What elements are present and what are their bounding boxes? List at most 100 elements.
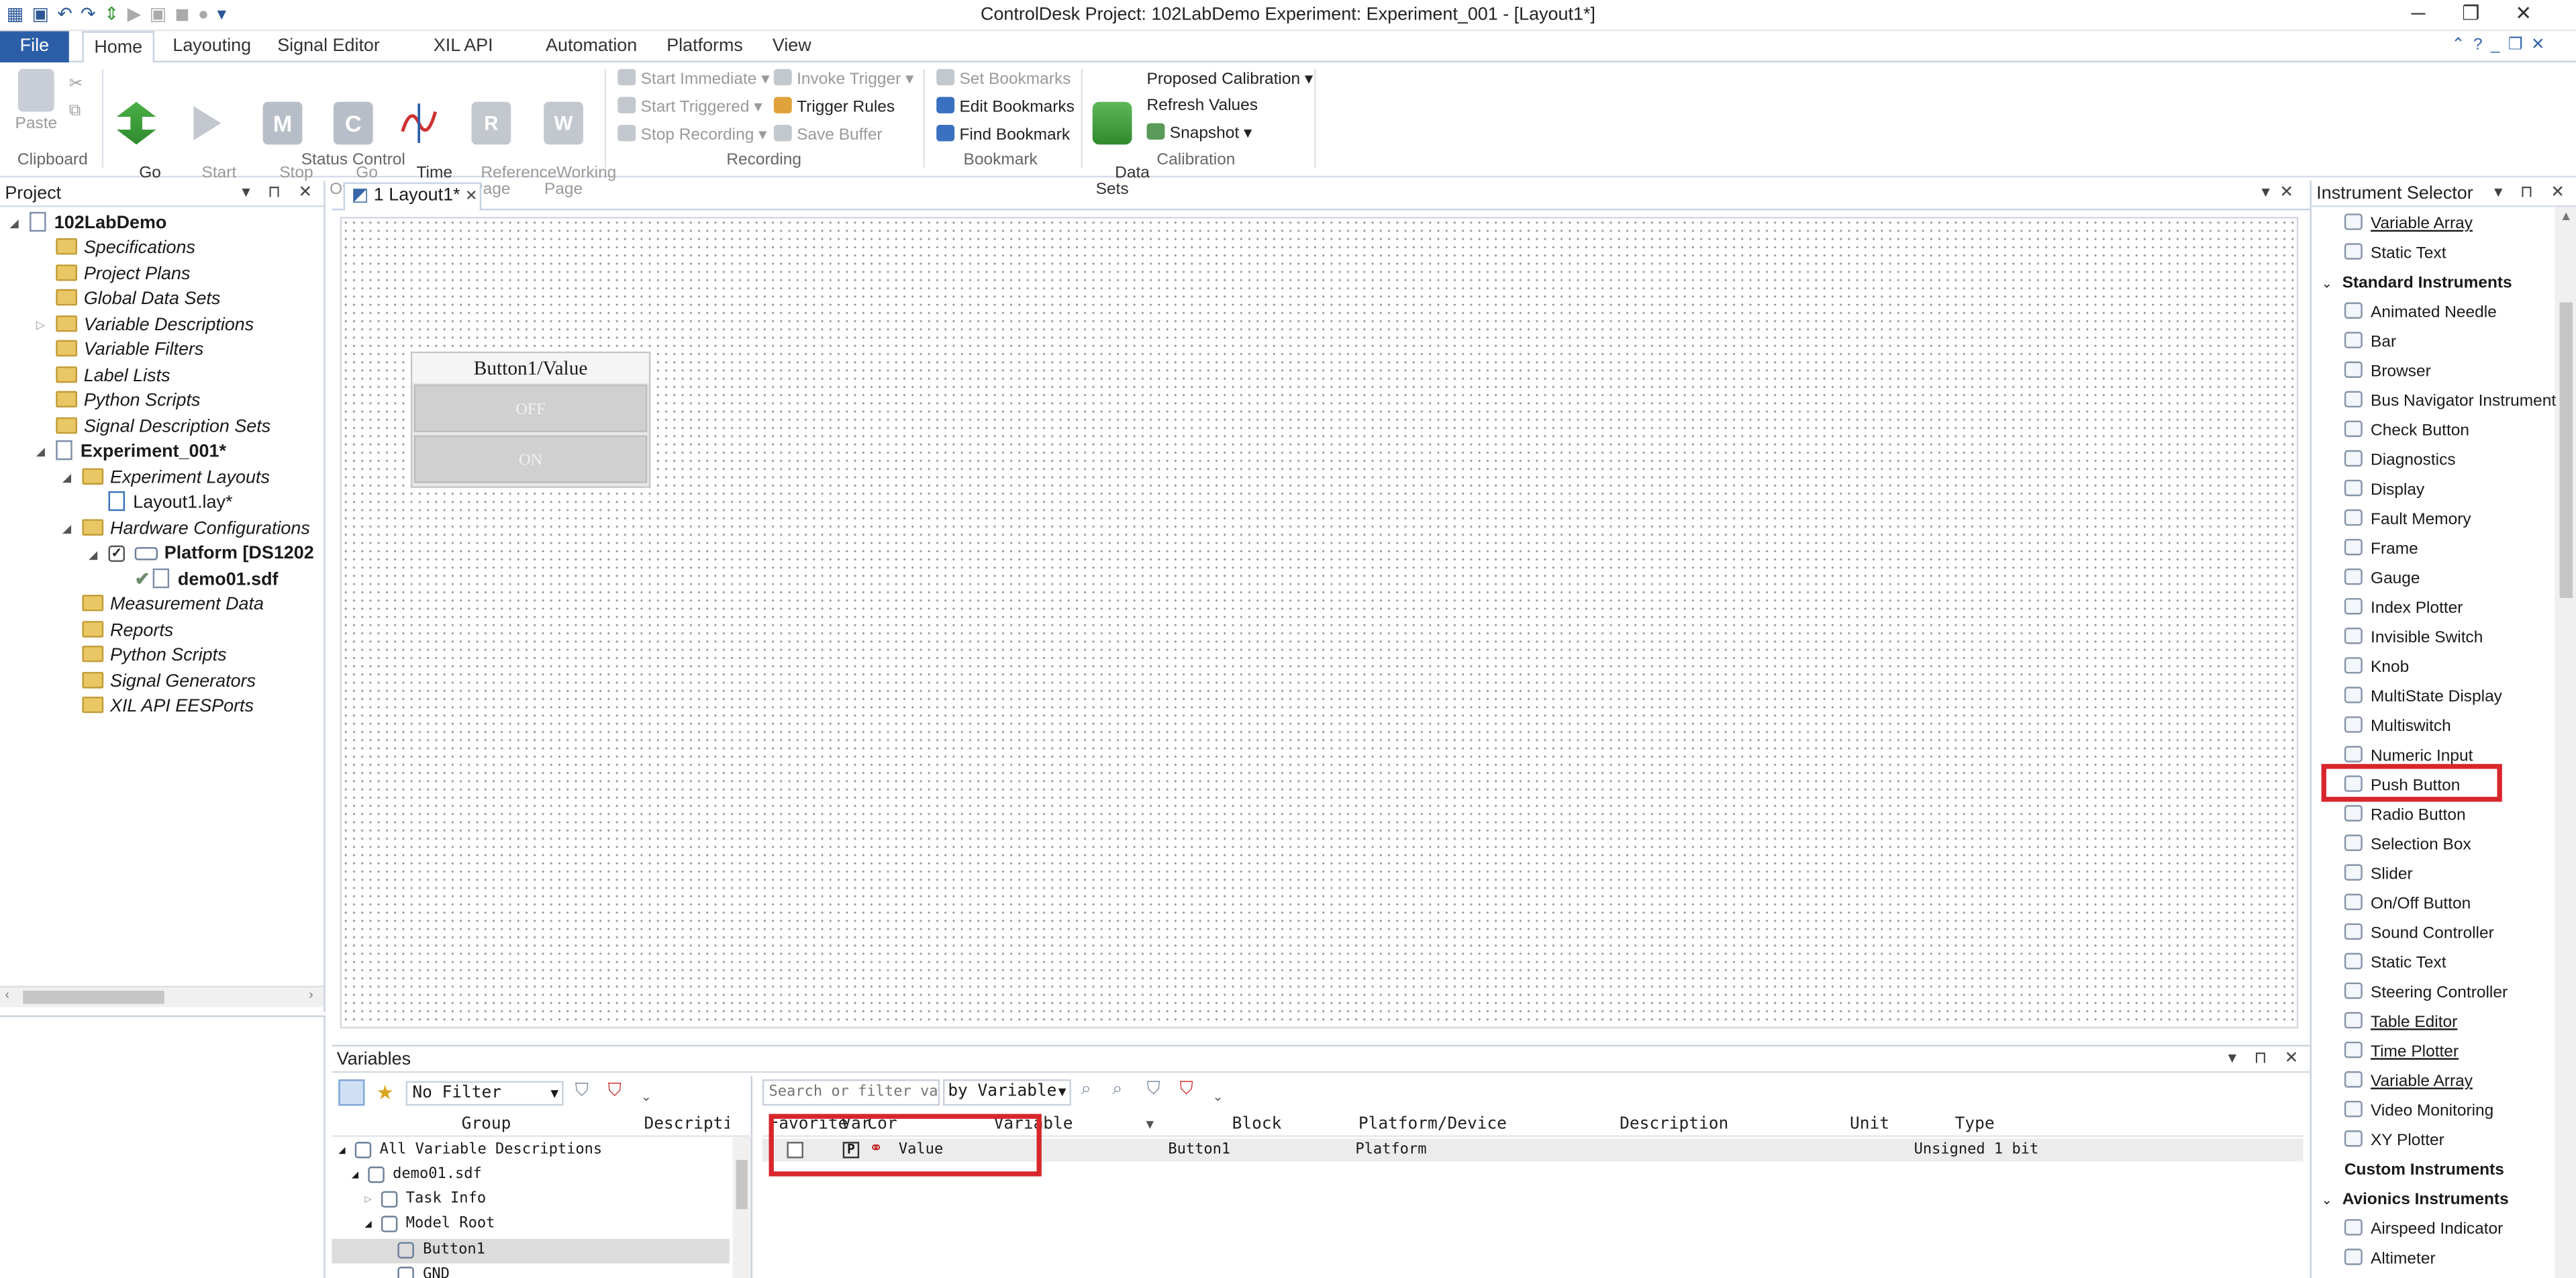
instrument-item[interactable]: Video Monitoring: [2344, 1097, 2493, 1127]
column-description[interactable]: Description: [1518, 1112, 1830, 1137]
scroll-left-icon[interactable]: ‹: [5, 987, 9, 1002]
start-triggered-button[interactable]: Start Triggered ▾: [617, 95, 762, 121]
instrument-item[interactable]: Fault Memory: [2344, 506, 2471, 536]
category-standard-instruments[interactable]: ⌄ Standard Instruments: [2322, 269, 2512, 299]
scrollbar-thumb[interactable]: [736, 1160, 748, 1210]
tree-sdf-file[interactable]: ✔ demo01.sdf: [135, 568, 279, 593]
column-type[interactable]: Type: [1909, 1112, 2040, 1137]
dropdown-icon[interactable]: ⌄: [641, 1089, 652, 1104]
proposed-calibration-button[interactable]: Proposed Calibration ▾: [1146, 67, 1313, 93]
favorite-star-icon[interactable]: ★: [377, 1081, 394, 1104]
tree-signal-description-sets[interactable]: Signal Description Sets: [56, 415, 270, 440]
sort-icon[interactable]: ▼: [1144, 1117, 1156, 1132]
instrument-item[interactable]: Sound Controller: [2344, 920, 2494, 950]
group-task-info[interactable]: ▷ Task Info: [364, 1188, 486, 1213]
instrument-item[interactable]: Static Text: [2344, 950, 2446, 979]
restore-icon[interactable]: ❐: [2444, 0, 2497, 32]
tab-view[interactable]: View: [766, 32, 818, 63]
instrument-item[interactable]: Diagnostics: [2344, 447, 2456, 477]
collapse-arrow-icon[interactable]: ◢: [62, 522, 71, 536]
clear-filter-icon[interactable]: ⛉: [1179, 1079, 1193, 1101]
instrument-item[interactable]: Bus Navigator Instrument: [2344, 388, 2556, 417]
tree-experiment[interactable]: Experiment_001*: [56, 440, 226, 465]
column-unit[interactable]: Unit: [1834, 1112, 1906, 1137]
close-window-icon[interactable]: ✕: [2497, 0, 2550, 32]
column-group[interactable]: Group: [332, 1112, 640, 1137]
instrument-item[interactable]: Display: [2344, 477, 2424, 506]
tree-reports[interactable]: Reports: [82, 620, 173, 644]
tab-signal-editor[interactable]: Signal Editor: [273, 32, 384, 63]
trigger-rules-button[interactable]: Trigger Rules: [773, 95, 895, 121]
tree-specifications[interactable]: Specifications: [56, 236, 195, 261]
instrument-item[interactable]: Selection Box: [2344, 832, 2471, 861]
instrument-item[interactable]: Static Text: [2344, 240, 2446, 269]
tree-variable-descriptions[interactable]: Variable Descriptions: [56, 314, 254, 339]
tab-home[interactable]: Home: [82, 31, 155, 64]
scrollbar-thumb[interactable]: [23, 990, 164, 1004]
collapse-arrow-icon[interactable]: ◢: [89, 549, 97, 562]
set-bookmarks-button[interactable]: Set Bookmarks: [936, 67, 1071, 93]
push-button-instrument[interactable]: Button1/Value OFF ON: [410, 351, 651, 488]
scroll-up-icon[interactable]: ▲: [2560, 209, 2573, 224]
expand-arrow-icon[interactable]: ▷: [36, 319, 45, 332]
collapse-ribbon-icon[interactable]: ⌃: [2451, 36, 2473, 54]
advanced-search-icon[interactable]: ⌕: [1112, 1079, 1122, 1101]
groups-scrollbar[interactable]: [732, 1136, 751, 1278]
paste-button[interactable]: Paste: [10, 68, 62, 133]
panel-controls[interactable]: ▾ ⊓ ✕: [2228, 1046, 2305, 1073]
instrument-item[interactable]: Animated Needle: [2344, 299, 2497, 328]
instrument-item[interactable]: Steering Controller: [2344, 979, 2508, 1009]
group-all-variable-descriptions[interactable]: ◢ All Variable Descriptions: [338, 1138, 602, 1163]
tree-global-data-sets[interactable]: Global Data Sets: [56, 287, 220, 312]
group-gnd[interactable]: GND: [397, 1263, 450, 1278]
project-root[interactable]: 102LabDemo: [30, 211, 166, 237]
find-bookmark-button[interactable]: Find Bookmark: [936, 124, 1070, 150]
minimize-doc-icon[interactable]: _: [2491, 36, 2508, 54]
tab-platforms[interactable]: Platforms: [660, 32, 749, 63]
category-custom-instruments[interactable]: Custom Instruments: [2344, 1157, 2504, 1186]
help-icon[interactable]: ?: [2473, 36, 2491, 54]
panel-controls[interactable]: ▾ ⊓ ✕: [2494, 181, 2571, 207]
search-by-select[interactable]: by Variable ▼: [942, 1079, 1071, 1106]
cut-icon[interactable]: ✂: [69, 72, 83, 99]
category-avionics-instruments[interactable]: ⌄ Avionics Instruments: [2322, 1186, 2509, 1216]
collapse-arrow-icon[interactable]: ◢: [62, 471, 71, 485]
clear-filter-icon[interactable]: ⛉: [608, 1081, 622, 1103]
group-button1[interactable]: Button1: [332, 1238, 730, 1264]
group-model-root[interactable]: ◢ Model Root: [364, 1212, 495, 1237]
instrument-item[interactable]: Variable Array: [2344, 1068, 2473, 1097]
tree-hardware-configurations[interactable]: Hardware Configurations: [82, 518, 310, 542]
edit-bookmarks-button[interactable]: Edit Bookmarks: [936, 95, 1075, 121]
layout-canvas[interactable]: Button1/Value OFF ON: [340, 217, 2299, 1029]
tree-variable-filters[interactable]: Variable Filters: [56, 338, 203, 363]
on-button[interactable]: ON: [413, 435, 648, 483]
checkbox-checked-icon[interactable]: ✓: [108, 545, 126, 562]
instrument-item[interactable]: On/Off Button: [2344, 891, 2471, 920]
vertical-scrollbar[interactable]: ▲: [2555, 207, 2576, 1278]
save-buffer-button[interactable]: Save Buffer: [773, 124, 883, 150]
instrument-item[interactable]: Frame: [2344, 536, 2418, 565]
instrument-item[interactable]: Bar: [2344, 329, 2396, 358]
filter-icon[interactable]: ⛉: [1146, 1079, 1160, 1101]
minimize-icon[interactable]: ─: [2392, 0, 2444, 32]
horizontal-scrollbar[interactable]: ‹ ›: [0, 985, 324, 1007]
search-icon[interactable]: ⌕: [1081, 1079, 1091, 1101]
tab-xil-api-eesport[interactable]: XIL API EESPort: [401, 32, 526, 87]
panel-controls[interactable]: ▾ ⊓ ✕: [242, 181, 318, 207]
tree-experiment-layouts[interactable]: Experiment Layouts: [82, 466, 270, 491]
tab-file[interactable]: File: [0, 31, 69, 63]
restore-doc-icon[interactable]: ❐: [2508, 36, 2531, 54]
tab-automation[interactable]: Automation: [542, 32, 641, 63]
instrument-item[interactable]: Check Button: [2344, 417, 2469, 447]
tree-layout-file[interactable]: Layout1.lay*: [108, 491, 232, 516]
collapse-arrow-icon[interactable]: ◢: [10, 217, 19, 230]
filter-icon[interactable]: ⛉: [575, 1081, 589, 1103]
instrument-item[interactable]: Altimeter: [2344, 1245, 2436, 1275]
copy-icon[interactable]: ⧉: [69, 99, 83, 125]
column-platform-device[interactable]: Platform/Device: [1350, 1112, 1515, 1137]
instrument-item[interactable]: Slider: [2344, 861, 2413, 891]
tree-project-plans[interactable]: Project Plans: [56, 263, 190, 288]
close-tab-icon[interactable]: ✕: [465, 187, 477, 203]
instrument-item[interactable]: Browser: [2344, 358, 2431, 388]
invoke-trigger-button[interactable]: Invoke Trigger ▾: [773, 67, 913, 93]
